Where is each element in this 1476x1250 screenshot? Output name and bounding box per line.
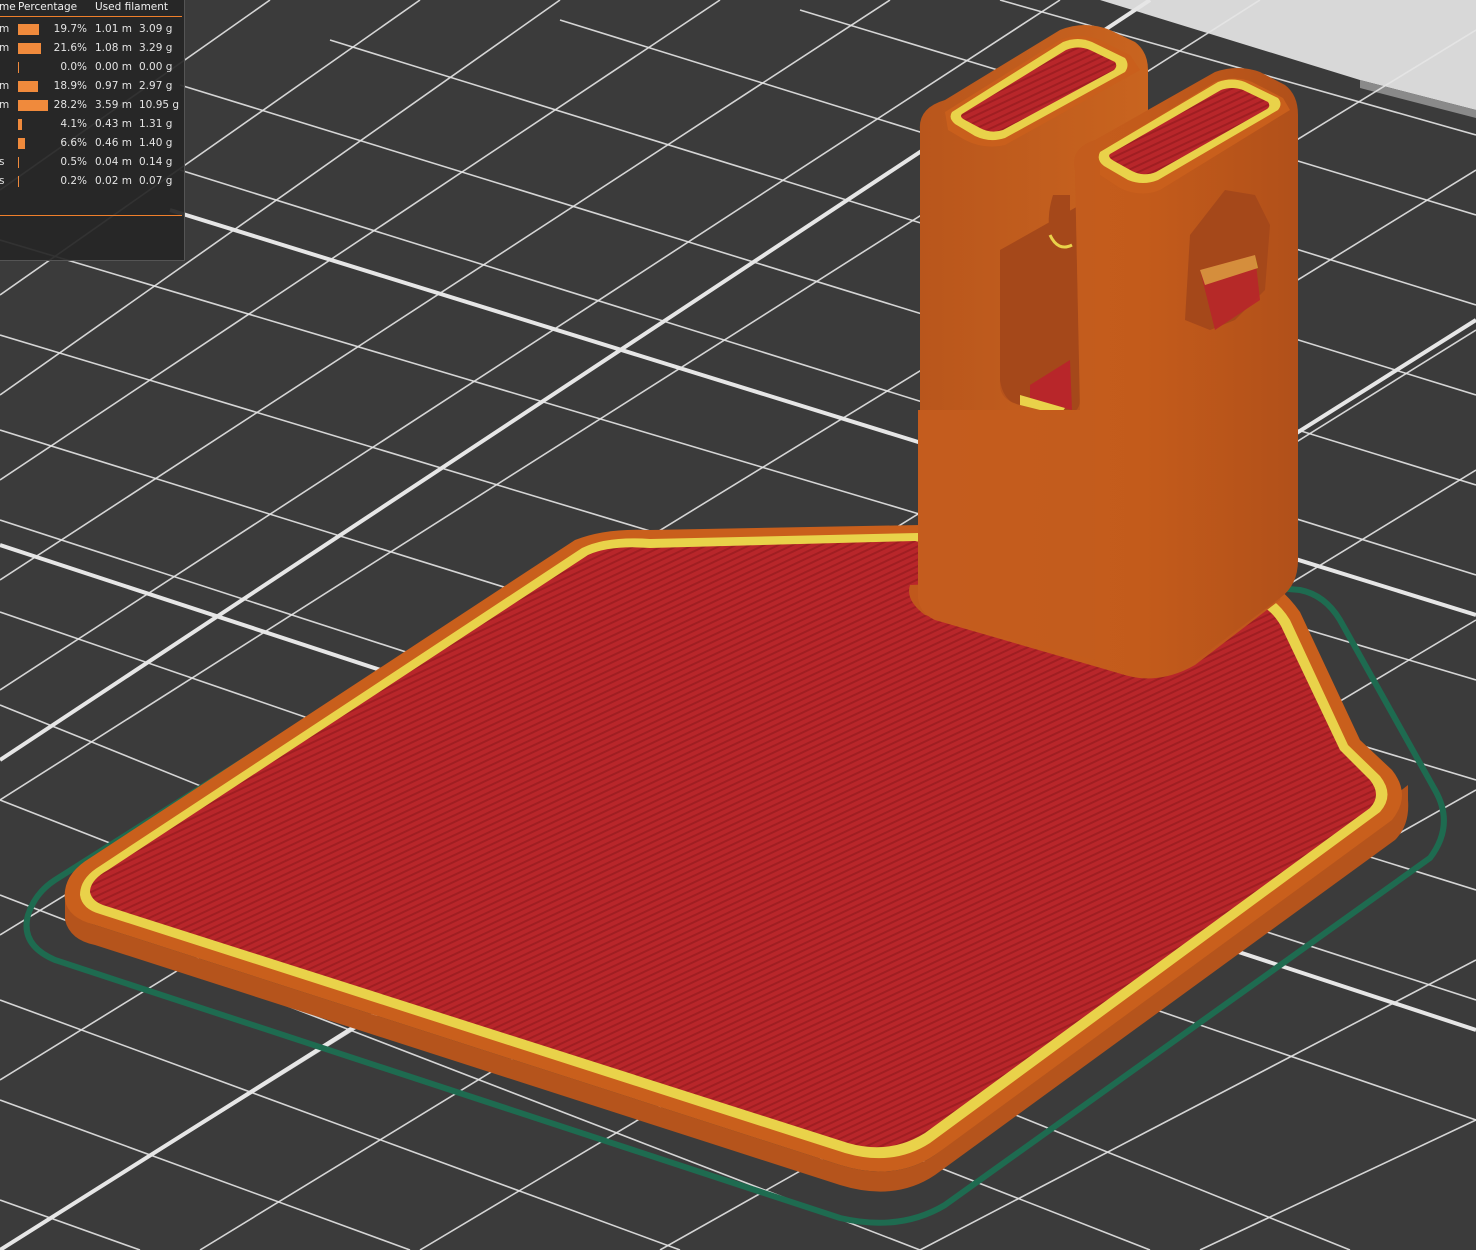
filament-length: 0.46 m [95,137,132,149]
filament-length: 1.08 m [95,42,132,54]
filament-weight: 1.31 g [139,118,173,130]
col-used-filament-header: Used filament [95,1,169,13]
percentage-value: 6.6% [60,137,87,149]
header-divider [0,16,182,17]
percentage-bar [18,176,19,187]
percentage-bar [18,157,19,168]
stats-row: 0.0% 0.00 m 0.00 g [0,58,184,77]
percentage-value: 0.0% [60,61,87,73]
percentage-bar [18,138,25,149]
percentage-value: 28.2% [53,99,87,111]
row-time-cutoff: m [0,99,10,111]
stats-row: 4.1% 0.43 m 1.31 g [0,115,184,134]
row-time-cutoff: s [0,156,5,168]
filament-length: 0.04 m [95,156,132,168]
stats-row: 6.6% 0.46 m 1.40 g [0,134,184,153]
percentage-value: 19.7% [53,23,87,35]
percentage-value: 21.6% [53,42,87,54]
percentage-bar [18,81,38,92]
stats-row: m 28.2% 3.59 m 10.95 g [0,96,184,115]
col-time-header: me [0,1,16,13]
row-time-cutoff: m [0,23,10,35]
filament-weight: 2.97 g [139,80,173,92]
row-time-cutoff: m [0,80,10,92]
stats-row: s 0.2% 0.02 m 0.07 g [0,172,184,191]
stats-row: m 21.6% 1.08 m 3.29 g [0,39,184,58]
filament-weight: 0.00 g [139,61,173,73]
filament-length: 0.00 m [95,61,132,73]
percentage-bar [18,62,19,73]
footer-divider [0,215,182,216]
row-time-cutoff: s [0,175,5,187]
filament-weight: 3.29 g [139,42,173,54]
filament-length: 0.43 m [95,118,132,130]
filament-length: 0.02 m [95,175,132,187]
filament-length: 0.97 m [95,80,132,92]
filament-weight: 10.95 g [139,99,180,111]
stats-header: me Percentage Used filament [0,0,184,17]
percentage-value: 4.1% [60,118,87,130]
stats-row: s 0.5% 0.04 m 0.14 g [0,153,184,172]
filament-weight: 3.09 g [139,23,173,35]
stats-row: m 19.7% 1.01 m 3.09 g [0,20,184,39]
gcode-preview-viewport[interactable] [0,0,1476,1250]
percentage-value: 18.9% [53,80,87,92]
col-percentage-header: Percentage [18,1,78,13]
filament-weight: 0.07 g [139,175,173,187]
filament-weight: 1.40 g [139,137,173,149]
row-time-cutoff: m [0,42,10,54]
stats-row: m 18.9% 0.97 m 2.97 g [0,77,184,96]
filament-stats-panel: me Percentage Used filament m 19.7% 1.01 m… [0,0,185,261]
percentage-bar [18,24,39,35]
filament-length: 3.59 m [95,99,132,111]
filament-length: 1.01 m [95,23,132,35]
percentage-value: 0.2% [60,175,87,187]
filament-weight: 0.14 g [139,156,173,168]
percentage-value: 0.5% [60,156,87,168]
percentage-bar [18,43,41,54]
percentage-bar [18,100,48,111]
percentage-bar [18,119,22,130]
